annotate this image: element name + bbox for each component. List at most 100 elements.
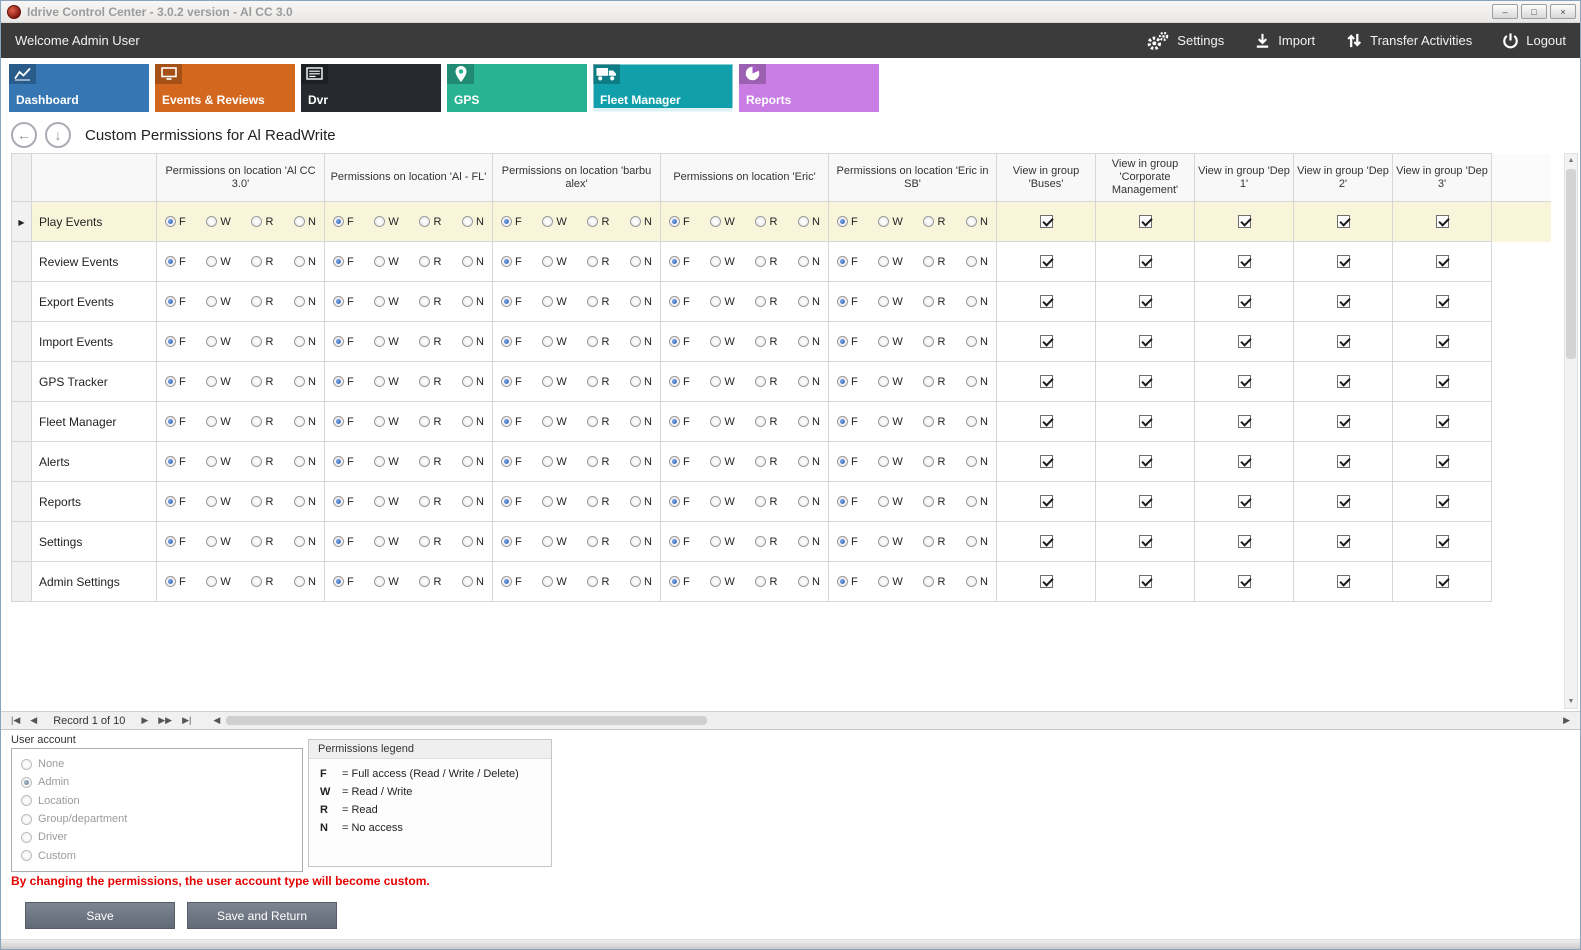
- radio-option-r[interactable]: R: [419, 376, 441, 388]
- radio-option-w[interactable]: W: [374, 416, 398, 428]
- radio-option-r[interactable]: R: [755, 216, 777, 228]
- view-group-checkbox[interactable]: [1436, 455, 1449, 468]
- radio-option-r[interactable]: R: [755, 456, 777, 468]
- radio-option-n[interactable]: N: [798, 536, 820, 548]
- view-group-checkbox[interactable]: [1436, 215, 1449, 228]
- view-group-checkbox[interactable]: [1436, 535, 1449, 548]
- radio-option-w[interactable]: W: [878, 456, 902, 468]
- view-group-checkbox[interactable]: [1238, 295, 1251, 308]
- radio-option-w[interactable]: W: [374, 456, 398, 468]
- view-group-checkbox[interactable]: [1040, 455, 1053, 468]
- radio-option-w[interactable]: W: [206, 336, 230, 348]
- table-row[interactable]: Review EventsFWRNFWRNFWRNFWRNFWRN: [12, 242, 1552, 282]
- radio-option-f[interactable]: F: [669, 376, 690, 388]
- radio-option-f[interactable]: F: [837, 376, 858, 388]
- radio-option-w[interactable]: W: [374, 336, 398, 348]
- scroll-left-button[interactable]: ◀: [209, 712, 224, 729]
- permission-column-header[interactable]: Permissions on location 'Al - FL': [325, 154, 493, 202]
- view-group-checkbox[interactable]: [1040, 415, 1053, 428]
- maximize-button[interactable]: □: [1521, 4, 1547, 19]
- view-group-checkbox[interactable]: [1139, 375, 1152, 388]
- radio-option-r[interactable]: R: [923, 416, 945, 428]
- radio-option-f[interactable]: F: [837, 456, 858, 468]
- radio-option-w[interactable]: W: [710, 216, 734, 228]
- view-group-checkbox[interactable]: [1040, 375, 1053, 388]
- radio-option-r[interactable]: R: [923, 256, 945, 268]
- settings-button[interactable]: Settings: [1146, 30, 1224, 52]
- view-group-checkbox[interactable]: [1040, 495, 1053, 508]
- view-group-checkbox[interactable]: [1436, 255, 1449, 268]
- radio-option-f[interactable]: F: [165, 376, 186, 388]
- radio-option-n[interactable]: N: [966, 496, 988, 508]
- radio-option-r[interactable]: R: [419, 456, 441, 468]
- hscroll-thumb[interactable]: [226, 716, 707, 725]
- tab-fleet-manager[interactable]: Fleet Manager: [593, 64, 733, 112]
- radio-option-f[interactable]: F: [837, 256, 858, 268]
- radio-option-w[interactable]: W: [542, 336, 566, 348]
- table-row[interactable]: Fleet ManagerFWRNFWRNFWRNFWRNFWRN: [12, 402, 1552, 442]
- radio-option-n[interactable]: N: [462, 376, 484, 388]
- group-column-header[interactable]: View in group 'Dep 3': [1393, 154, 1492, 202]
- view-group-checkbox[interactable]: [1139, 335, 1152, 348]
- view-group-checkbox[interactable]: [1436, 495, 1449, 508]
- radio-option-r[interactable]: R: [419, 536, 441, 548]
- permission-column-header[interactable]: Permissions on location 'Eric': [661, 154, 829, 202]
- radio-option-r[interactable]: R: [587, 336, 609, 348]
- radio-option-r[interactable]: R: [251, 216, 273, 228]
- radio-option-r[interactable]: R: [251, 336, 273, 348]
- radio-option-n[interactable]: N: [294, 216, 316, 228]
- radio-option-n[interactable]: N: [294, 536, 316, 548]
- radio-option-n[interactable]: N: [630, 456, 652, 468]
- view-group-checkbox[interactable]: [1139, 495, 1152, 508]
- last-record-button[interactable]: ▶|: [178, 712, 195, 729]
- view-group-checkbox[interactable]: [1139, 575, 1152, 588]
- radio-option-r[interactable]: R: [923, 536, 945, 548]
- radio-option-n[interactable]: N: [798, 336, 820, 348]
- radio-option-f[interactable]: F: [501, 576, 522, 588]
- radio-option-w[interactable]: W: [878, 376, 902, 388]
- minimize-button[interactable]: –: [1492, 4, 1518, 19]
- radio-option-f[interactable]: F: [333, 336, 354, 348]
- radio-option-f[interactable]: F: [333, 256, 354, 268]
- radio-option-r[interactable]: R: [587, 456, 609, 468]
- radio-option-n[interactable]: N: [798, 456, 820, 468]
- account-type-none[interactable]: None: [21, 758, 293, 770]
- view-group-checkbox[interactable]: [1436, 335, 1449, 348]
- horizontal-scrollbar[interactable]: ◀ ▶: [209, 713, 1574, 728]
- radio-option-f[interactable]: F: [165, 536, 186, 548]
- radio-option-f[interactable]: F: [165, 576, 186, 588]
- radio-option-r[interactable]: R: [419, 256, 441, 268]
- view-group-checkbox[interactable]: [1139, 215, 1152, 228]
- radio-option-f[interactable]: F: [333, 216, 354, 228]
- radio-option-f[interactable]: F: [837, 416, 858, 428]
- radio-option-r[interactable]: R: [419, 216, 441, 228]
- transfer-activities-button[interactable]: Transfer Activities: [1345, 32, 1472, 49]
- radio-option-w[interactable]: W: [878, 216, 902, 228]
- radio-option-n[interactable]: N: [798, 576, 820, 588]
- radio-option-n[interactable]: N: [294, 496, 316, 508]
- radio-option-n[interactable]: N: [294, 576, 316, 588]
- radio-option-n[interactable]: N: [462, 296, 484, 308]
- radio-option-w[interactable]: W: [878, 336, 902, 348]
- radio-option-f[interactable]: F: [165, 416, 186, 428]
- radio-option-f[interactable]: F: [165, 256, 186, 268]
- radio-option-f[interactable]: F: [837, 296, 858, 308]
- table-row[interactable]: SettingsFWRNFWRNFWRNFWRNFWRN: [12, 522, 1552, 562]
- radio-option-w[interactable]: W: [206, 216, 230, 228]
- radio-option-f[interactable]: F: [837, 576, 858, 588]
- radio-option-f[interactable]: F: [501, 536, 522, 548]
- radio-option-f[interactable]: F: [669, 536, 690, 548]
- radio-option-w[interactable]: W: [878, 576, 902, 588]
- view-group-checkbox[interactable]: [1040, 335, 1053, 348]
- radio-option-r[interactable]: R: [755, 416, 777, 428]
- view-group-checkbox[interactable]: [1337, 255, 1350, 268]
- radio-option-n[interactable]: N: [462, 496, 484, 508]
- radio-option-n[interactable]: N: [798, 496, 820, 508]
- radio-option-w[interactable]: W: [878, 416, 902, 428]
- view-group-checkbox[interactable]: [1436, 575, 1449, 588]
- view-group-checkbox[interactable]: [1337, 215, 1350, 228]
- radio-option-w[interactable]: W: [206, 496, 230, 508]
- view-group-checkbox[interactable]: [1337, 375, 1350, 388]
- radio-option-n[interactable]: N: [798, 416, 820, 428]
- radio-option-n[interactable]: N: [630, 536, 652, 548]
